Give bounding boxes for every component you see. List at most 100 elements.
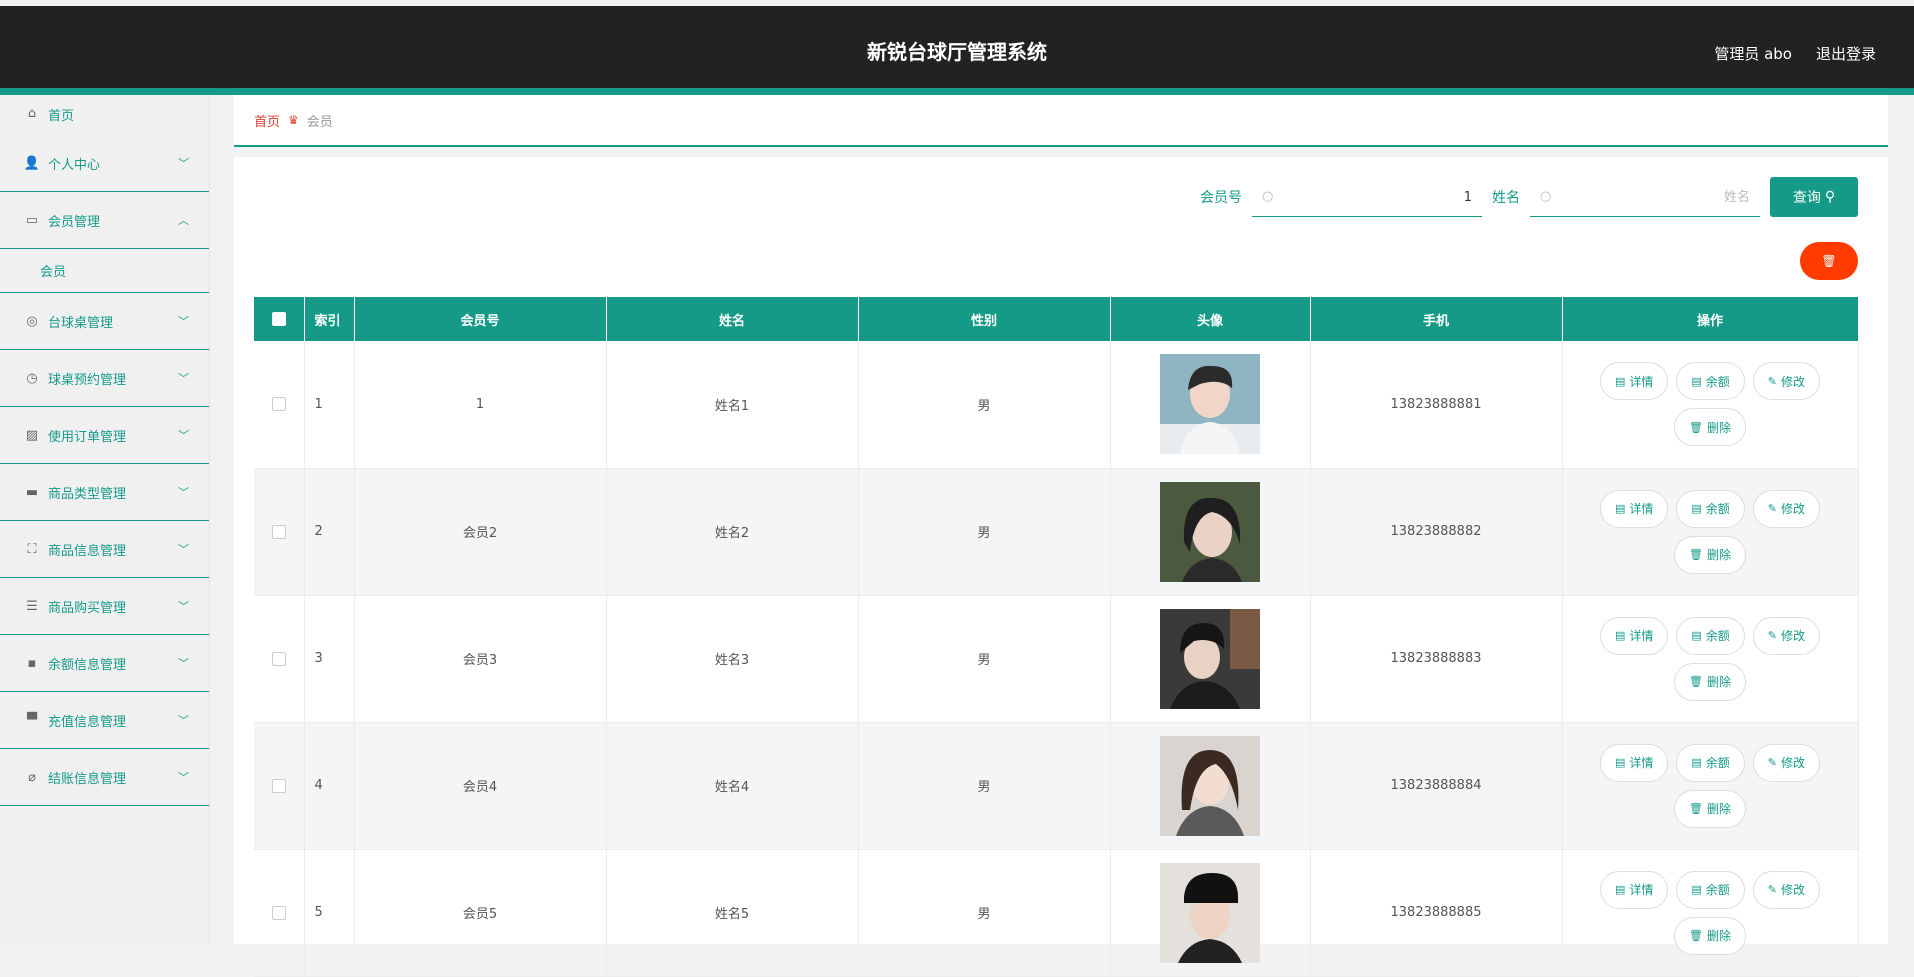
sidebar-item-label: 商品信息管理	[48, 543, 127, 559]
sidebar-subitem-member[interactable]: 会员	[0, 249, 209, 293]
balance-button[interactable]: ▤ 余额	[1676, 743, 1745, 782]
delete-button[interactable]: 🗑 删除	[1674, 916, 1746, 955]
cell-index: 3	[304, 595, 355, 723]
logout-link[interactable]: 退出登录	[1816, 43, 1876, 64]
select-all-checkbox[interactable]	[271, 312, 286, 326]
table-row: 4 会员4 姓名4 男 13823888884 ▤ 详情 ▤ 余额 ✎ 修改 🗑…	[254, 722, 1859, 850]
person-icon: 👤	[23, 155, 41, 171]
sidebar-item-checkout-management[interactable]: ⌀ 结账信息管理 ﹀	[0, 749, 209, 806]
detail-button[interactable]: ▤ 详情	[1599, 616, 1669, 655]
row-checkbox[interactable]	[271, 524, 286, 539]
row-checkbox[interactable]	[271, 651, 286, 666]
sidebar-item-balance-management[interactable]: ▪ 余额信息管理 ﹀	[0, 635, 209, 692]
bulk-delete-button[interactable]: 🗑	[1800, 242, 1858, 280]
admin-user[interactable]: 管理员 abo	[1714, 43, 1792, 64]
trash-icon: 🗑	[1689, 420, 1703, 434]
detail-button[interactable]: ▤ 详情	[1599, 362, 1669, 401]
query-button[interactable]: 查询 ⚲	[1770, 177, 1858, 217]
balance-button[interactable]: ▤ 余额	[1676, 489, 1745, 528]
avatar[interactable]	[1160, 354, 1260, 455]
edit-button[interactable]: ✎ 修改	[1752, 616, 1821, 655]
edit-button[interactable]: ✎ 修改	[1752, 743, 1821, 782]
sidebar-item-product-type-management[interactable]: ▬ 商品类型管理 ﹀	[0, 464, 209, 521]
edit-label: 修改	[1781, 374, 1806, 389]
app-title: 新锐台球厅管理系统	[867, 40, 1047, 64]
sidebar-item-product-info-management[interactable]: ⛶ 商品信息管理 ﹀	[0, 521, 209, 578]
cell-actions: ▤ 详情 ▤ 余额 ✎ 修改 🗑 删除	[1562, 722, 1859, 850]
sidebar-item-label: 余额信息管理	[48, 657, 127, 673]
query-button-label: 查询	[1792, 190, 1821, 206]
document-icon: ▤	[1691, 374, 1702, 388]
detail-button[interactable]: ▤ 详情	[1599, 743, 1669, 782]
cell-avatar	[1110, 849, 1311, 977]
pencil-icon: ✎	[1767, 374, 1778, 388]
sidebar-item-label: 结账信息管理	[48, 771, 127, 787]
row-select-cell	[254, 468, 305, 596]
home-icon: ⌂	[27, 105, 37, 121]
avatar[interactable]	[1160, 481, 1260, 582]
sidebar-item-personal-center[interactable]: 👤 个人中心 ﹀	[0, 135, 209, 192]
trash-icon: 🗑	[1689, 802, 1703, 815]
detail-button[interactable]: ▤ 详情	[1599, 489, 1669, 528]
row-checkbox[interactable]	[271, 905, 286, 920]
row-select-cell	[254, 595, 305, 723]
cell-name: 姓名4	[606, 722, 859, 850]
sidebar-item-reservation-management[interactable]: ◷ 球桌预约管理 ﹀	[0, 350, 209, 407]
row-checkbox[interactable]	[271, 397, 286, 412]
row-checkbox[interactable]	[271, 778, 286, 793]
delete-button[interactable]: 🗑 删除	[1674, 789, 1746, 828]
edit-button[interactable]: ✎ 修改	[1752, 489, 1821, 528]
sidebar-item-table-management[interactable]: ◎ 台球桌管理 ﹀	[0, 293, 209, 350]
edit-button[interactable]: ✎ 修改	[1752, 362, 1821, 401]
header-gender: 性别	[858, 297, 1111, 341]
breadcrumb-separator-icon: ♛	[288, 113, 299, 127]
delete-button[interactable]: 🗑 删除	[1674, 535, 1746, 574]
clock-icon: ◷	[26, 370, 38, 386]
stamp-icon: ▀	[27, 712, 37, 728]
avatar[interactable]	[1160, 608, 1260, 709]
balance-label: 余额	[1705, 629, 1730, 643]
sidebar-item-label: 台球桌管理	[48, 315, 114, 331]
name-field: ○	[1530, 177, 1760, 217]
member-no-field: ○	[1252, 177, 1482, 217]
cell-member-no: 会员2	[354, 468, 607, 596]
sidebar-item-label: 充值信息管理	[48, 714, 127, 730]
message-icon: ▪	[27, 655, 37, 671]
table-row: 5 会员5 姓名5 男 13823888885 ▤ 详情 ▤ 余额 ✎ 修改 🗑…	[254, 849, 1859, 977]
detail-label: 详情	[1629, 756, 1654, 770]
sidebar-item-recharge-management[interactable]: ▀ 充值信息管理 ﹀	[0, 692, 209, 749]
cell-name: 姓名2	[606, 468, 859, 596]
cell-index: 1	[304, 341, 355, 469]
sidebar-item-purchase-management[interactable]: ☰ 商品购买管理 ﹀	[0, 578, 209, 635]
name-input[interactable]	[1560, 185, 1750, 209]
row-select-cell	[254, 722, 305, 850]
detail-button[interactable]: ▤ 详情	[1599, 870, 1669, 909]
avatar[interactable]	[1160, 862, 1260, 963]
cell-name: 姓名3	[606, 595, 859, 723]
delete-button[interactable]: 🗑 删除	[1674, 408, 1746, 447]
document-icon: ▤	[1691, 756, 1702, 769]
member-no-input[interactable]	[1282, 185, 1472, 209]
sidebar-item-order-management[interactable]: ▨ 使用订单管理 ﹀	[0, 407, 209, 464]
balance-button[interactable]: ▤ 余额	[1676, 616, 1745, 655]
pencil-icon: ✎	[1767, 883, 1778, 896]
header-phone: 手机	[1310, 297, 1563, 341]
document-icon: ▤	[1614, 374, 1626, 388]
trash-icon: 🗑	[1689, 929, 1703, 942]
sidebar: ⌂ 首页 👤 个人中心 ﹀ ▭ 会员管理 ︿ 会员 ◎ 台球桌管理 ﹀ ◷ 球桌…	[0, 95, 210, 944]
avatar[interactable]	[1160, 735, 1260, 836]
pencil-icon: ✎	[1767, 502, 1778, 515]
chevron-down-icon: ﹀	[178, 315, 189, 328]
breadcrumb-home[interactable]: 首页	[254, 111, 280, 130]
balance-button[interactable]: ▤ 余额	[1676, 870, 1745, 909]
sidebar-item-home[interactable]: ⌂ 首页	[0, 95, 209, 135]
delete-button[interactable]: 🗑 删除	[1674, 662, 1746, 701]
balance-button[interactable]: ▤ 余额	[1676, 362, 1745, 401]
sidebar-item-label: 商品购买管理	[48, 600, 127, 616]
sidebar-item-member-management[interactable]: ▭ 会员管理 ︿	[0, 192, 209, 249]
edit-button[interactable]: ✎ 修改	[1752, 870, 1821, 909]
cell-gender: 男	[858, 341, 1111, 469]
cell-gender: 男	[858, 595, 1111, 723]
detail-label: 详情	[1629, 629, 1654, 643]
cell-name: 姓名5	[606, 849, 859, 977]
